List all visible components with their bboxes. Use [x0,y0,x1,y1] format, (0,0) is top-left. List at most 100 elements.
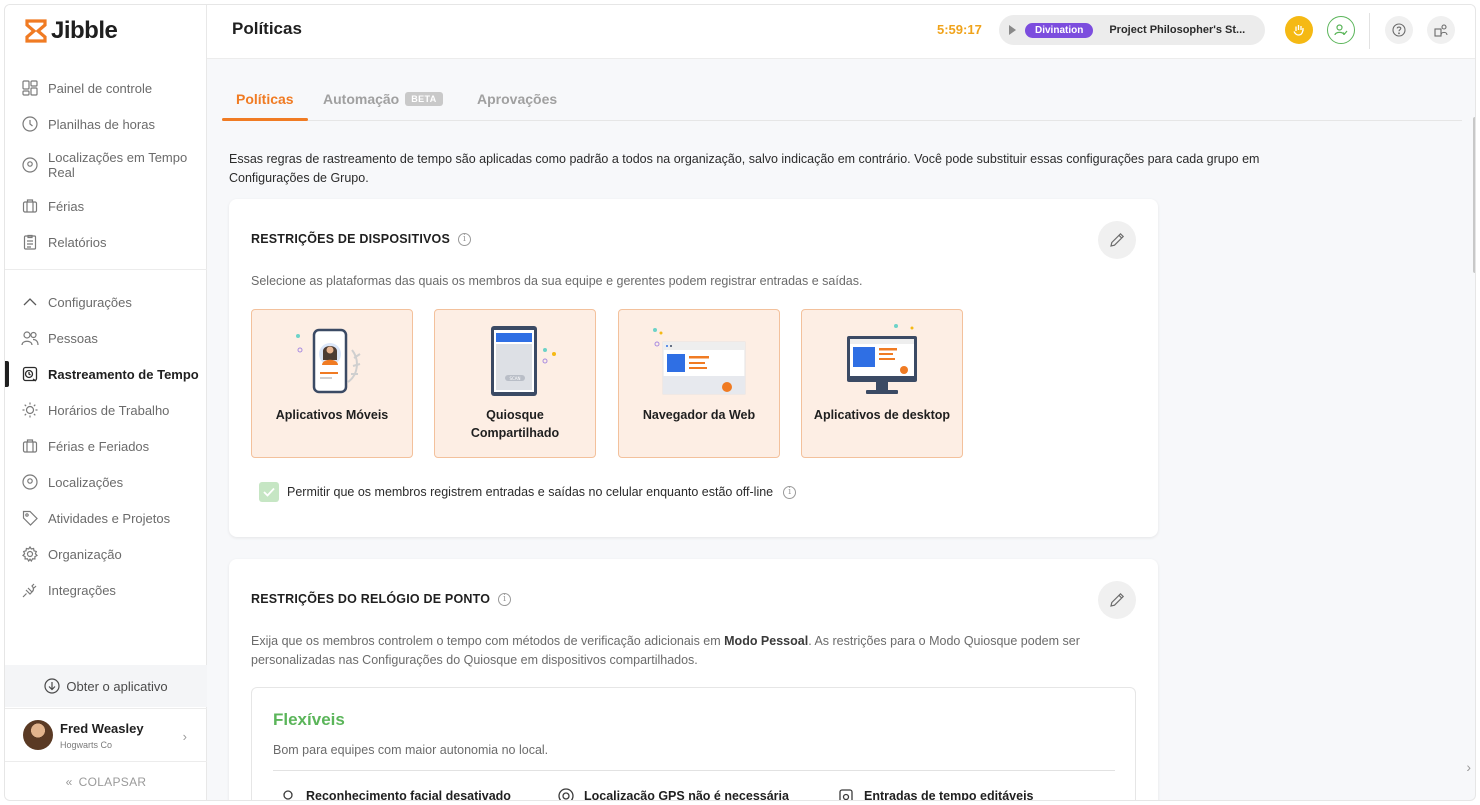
get-app-label: Obter o aplicativo [66,678,168,694]
platform-label: Quiosque Compartilhado [470,408,560,440]
gear-icon [21,545,39,563]
web-browser-illustration [653,328,746,395]
personal-mode-text: Modo Pessoal [724,634,809,648]
page-title: Políticas [232,19,302,38]
platform-desktop-apps[interactable]: Aplicativos de desktop [801,309,963,458]
people-status-button[interactable] [1327,16,1355,44]
policies-intro: Essas regras de rastreamento de tempo sã… [229,152,1260,185]
sidebar-item-reports[interactable]: Relatórios [5,224,207,260]
org-switcher-button[interactable] [1427,16,1455,44]
platform-label: Aplicativos Móveis [275,408,389,422]
hand-stop-icon [1293,25,1304,36]
face-scan-icon [283,790,293,800]
sidebar-item-activities-projects[interactable]: Atividades e Projetos [5,500,207,536]
chevron-up-icon [21,293,39,311]
sidebar-item-organization[interactable]: Organização [5,536,207,572]
people-icon [21,329,39,347]
edit-device-restrictions-button[interactable] [1098,221,1136,259]
report-icon [21,233,39,251]
help-button[interactable] [1385,16,1413,44]
user-org: Hogwarts Co [60,739,113,750]
desktop-monitor-illustration [847,324,917,394]
location-icon [21,473,39,491]
timer: 5:59:17 [937,22,982,37]
sidebar-item-dashboard[interactable]: Painel de controle [5,70,207,106]
sidebar-item-label: Atividades e Projetos [48,510,171,526]
avatar [23,720,53,750]
sidebar-item-label: Integrações [48,582,116,598]
sidebar-item-time-tracking[interactable]: Rastreamento de Tempo [5,356,207,392]
user-check-icon [1334,24,1348,36]
sidebar-item-label: Organização [48,546,122,562]
user-name: Fred Weasley [60,720,144,736]
clock-out-button[interactable] [1285,16,1313,44]
offline-clocking-option: Permitir que os membros registrem entrad… [259,482,797,502]
collapse-label: COLAPSAR [78,775,147,789]
get-app-button[interactable]: Obter o aplicativo [5,665,207,707]
chevron-right-icon[interactable]: › [1466,759,1471,775]
user-profile[interactable]: Fred Weasley Hogwarts Co › [5,708,207,762]
time-clock-restrictions-card: RESTRIÇÕES DO RELÓGIO DE PONTO i Exija q… [229,559,1158,800]
edit-entry-icon [839,789,853,800]
brand-name: Jibble [51,17,118,44]
sidebar-item-work-schedules[interactable]: Horários de Trabalho [5,392,207,428]
sidebar-item-timesheets[interactable]: Planilhas de horas [5,106,207,142]
device-restrictions-card: RESTRIÇÕES DE DISPOSITIVOS i Selecione a… [229,199,1158,537]
sidebar-item-time-off[interactable]: Férias [5,188,207,224]
sidebar-item-integrations[interactable]: Integrações [5,572,207,608]
gps-icon [558,788,574,800]
platform-web-browser[interactable]: Navegador da Web [618,309,780,458]
sidebar-item-label: Férias e Feriados [48,438,150,454]
sidebar-item-live-locations[interactable]: Localizações em Tempo Real [5,142,207,188]
sidebar-item-settings[interactable]: Configurações [5,284,207,320]
sidebar-item-label: Painel de controle [48,80,153,96]
sidebar-item-people[interactable]: Pessoas [5,320,207,356]
sidebar-item-label: Pessoas [48,330,98,346]
offline-clocking-checkbox[interactable] [259,482,279,502]
sidebar-item-label: Rastreamento de Tempo [48,366,199,382]
time-tracker-bar[interactable]: Divination Project Philosopher's St... [999,15,1265,45]
checkmark-icon [263,487,275,497]
tag-icon [21,509,39,527]
main-content: Políticas Automação BETA Aprovações Essas… [207,59,1475,800]
info-icon[interactable]: i [783,485,797,499]
platform-shared-kiosk[interactable]: SCAN Quiosque Compartilhado [434,309,596,458]
sidebar-item-leave-holidays[interactable]: Férias e Feriados [5,428,207,464]
edit-time-clock-restrictions-button[interactable] [1098,581,1136,619]
active-tab-indicator [222,118,308,121]
tab-policies[interactable]: Políticas [236,91,294,107]
dashboard-icon [21,79,39,97]
main-nav: Painel de controle Planilhas de horas Lo… [5,70,207,260]
project-name: Project Philosopher's St... [1109,24,1246,36]
play-icon[interactable] [1009,25,1016,35]
card-description: Selecione as plataformas das quais os me… [251,274,863,288]
platform-mobile-apps[interactable]: Aplicativos Móveis [251,309,413,458]
brand-logo[interactable]: Jibble [25,17,118,45]
sidebar-item-label: Localizações em Tempo Real [48,150,188,180]
platform-label: Navegador da Web [642,408,756,422]
plug-icon [21,581,39,599]
mobile-phone-illustration [296,328,361,394]
map-pin-icon [21,156,39,174]
beta-badge: BETA [405,92,443,106]
sidebar: Jibble Painel de controle Planilhas de h… [5,5,207,800]
chevron-right-icon: › [182,729,187,744]
info-icon[interactable]: i [498,592,512,606]
info-icon[interactable]: i [458,232,471,246]
tab-approvals[interactable]: Aprovações [477,91,557,107]
vertical-scrollbar[interactable] [1473,117,1475,273]
app-window: Jibble Painel de controle Planilhas de h… [4,4,1476,801]
tab-automation[interactable]: Automação BETA [323,91,443,107]
collapse-sidebar-button[interactable]: « COLAPSAR [5,769,207,795]
tab-bar: Políticas Automação BETA Aprovações [222,81,1462,121]
card-title: RESTRIÇÕES DE DISPOSITIVOS i [251,232,471,246]
suitcase-icon [21,197,39,215]
sidebar-item-locations[interactable]: Localizações [5,464,207,500]
card-description: Exija que os membros controlem o tempo c… [251,634,1080,667]
kiosk-scan-text: SCAN [509,376,520,381]
download-icon [44,678,61,694]
jibble-logo-icon [25,19,47,43]
time-tracking-icon [21,365,39,383]
preset-flexible[interactable]: Flexíveis Bom para equipes com maior aut… [251,687,1136,800]
card-title: RESTRIÇÕES DO RELÓGIO DE PONTO i [251,592,512,606]
